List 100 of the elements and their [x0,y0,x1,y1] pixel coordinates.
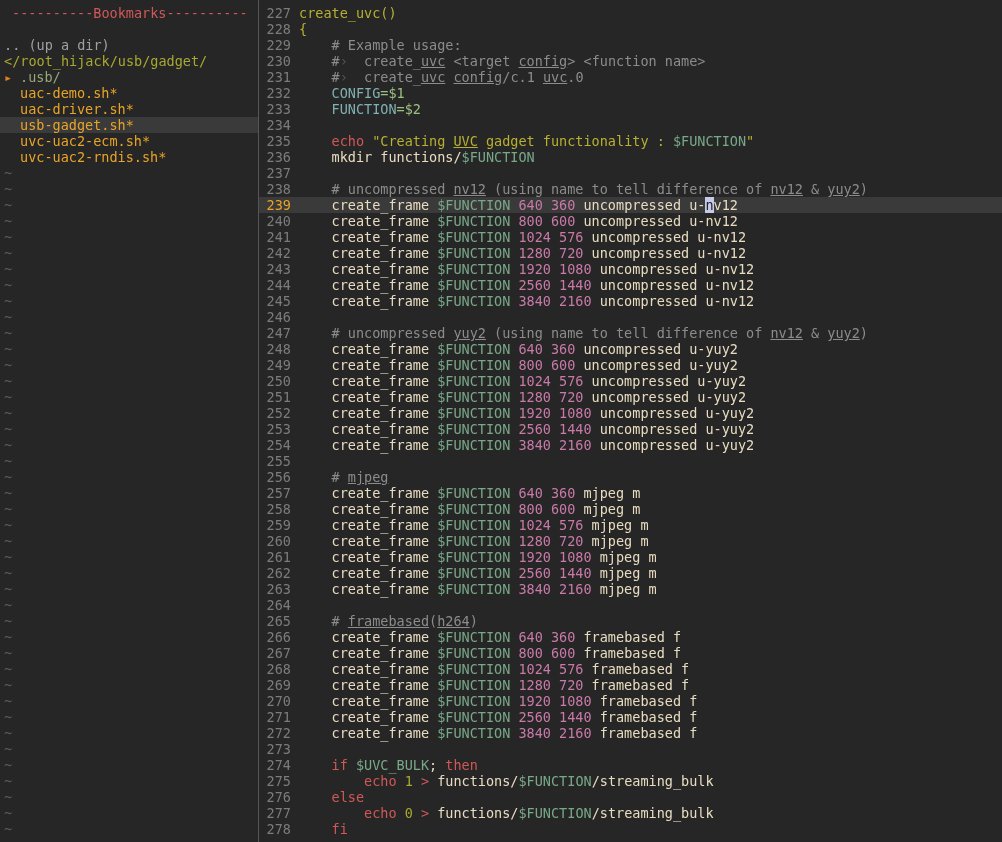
line-number: 260 [266,533,291,549]
tree-item[interactable]: uvc-uac2-rndis.sh* [20,149,167,165]
code-line: create_frame $FUNCTION 1280 720 framebased f [330,677,690,693]
line-number: 243 [266,261,291,277]
empty-line-marker: ~ [4,229,13,245]
empty-line-marker: ~ [4,197,13,213]
code-line: create_frame $FUNCTION 1280 720 uncompressed u-nv12 [330,245,747,261]
empty-line-marker: ~ [4,325,13,341]
empty-line-marker: ~ [4,277,13,293]
bookmarks-header: ----------Bookmarks---------- [12,5,248,21]
code-line: create_frame $FUNCTION 1024 576 framebased f [330,661,690,677]
line-number: 234 [266,117,291,133]
code-line: create_frame $FUNCTION 800 600 mjpeg m [330,501,641,517]
line-number: 259 [266,517,291,533]
empty-line-marker: ~ [4,757,13,773]
line-number: 268 [266,661,291,677]
code-line: CONFIG=$1 [330,85,405,101]
line-number: 240 [266,213,291,229]
code-line: mkdir functions/$FUNCTION [330,149,535,165]
line-number: 239 [266,197,291,213]
code-line: create_frame $FUNCTION 1024 576 mjpeg m [330,517,649,533]
empty-line-marker: ~ [4,357,13,373]
empty-line-marker: ~ [4,597,13,613]
code-line: create_uvc() [299,5,397,21]
line-number: 229 [266,37,291,53]
code-line: echo 1 > functions/$FUNCTION/streaming_bulk [364,773,714,789]
expand-arrow[interactable]: ▸ [4,69,20,85]
empty-line-marker: ~ [4,645,13,661]
line-number: 263 [266,581,291,597]
empty-line-marker: ~ [4,453,13,469]
tree-item[interactable]: .. (up a dir) [4,37,110,53]
line-number: 242 [266,245,291,261]
line-number: 238 [266,181,291,197]
empty-line-marker: ~ [4,293,13,309]
line-number: 249 [266,357,291,373]
line-number: 265 [266,613,291,629]
line-number: 273 [266,741,291,757]
empty-line-marker: ~ [4,501,13,517]
line-number: 278 [266,821,291,837]
empty-line-marker: ~ [4,693,13,709]
code-line: FUNCTION=$2 [330,101,421,117]
empty-line-marker: ~ [4,181,13,197]
tree-item[interactable]: uvc-uac2-ecm.sh* [20,133,151,149]
code-line: create_frame $FUNCTION 800 600 framebased f [330,645,682,661]
code-line: # Example usage: [330,37,462,53]
empty-line-marker: ~ [4,661,13,677]
line-number: 254 [266,437,291,453]
code-line: echo 0 > functions/$FUNCTION/streaming_bulk [363,805,714,821]
empty-line-marker: ~ [4,709,13,725]
line-number: 227 [266,5,291,21]
empty-line-marker: ~ [4,533,13,549]
tree-item[interactable]: uac-driver.sh* [20,101,134,117]
line-number: 241 [266,229,291,245]
code-line: if $UVC_BULK; then [330,757,478,773]
empty-line-marker: ~ [4,341,13,357]
empty-line-marker: ~ [4,581,13,597]
line-number: 270 [266,693,291,709]
line-number: 274 [266,757,291,773]
line-number: 244 [266,277,291,293]
code-line: create_frame $FUNCTION 2560 1440 framebased f [330,709,698,725]
line-number: 252 [266,405,291,421]
line-number: 266 [266,629,291,645]
empty-line-marker: ~ [4,165,13,181]
empty-line-marker: ~ [4,485,13,501]
code-line: create_frame $FUNCTION 2560 1440 uncompressed u-yuy2 [330,421,755,437]
empty-line-marker: ~ [4,629,13,645]
empty-line-marker: ~ [4,437,13,453]
empty-line-marker: ~ [4,741,13,757]
tree-item[interactable]: .usb/ [20,69,61,85]
line-number: 236 [266,149,291,165]
tree-item[interactable]: uac-demo.sh* [20,85,118,101]
code-line: { [299,21,308,37]
line-number: 269 [266,677,291,693]
code-line: # framebased(h264) [330,613,478,629]
code-line: create_frame $FUNCTION 1024 576 uncompressed u-nv12 [330,229,747,245]
code-line: create_frame $FUNCTION 640 360 uncompressed u-nv12 [330,197,738,213]
line-number: 258 [266,501,291,517]
empty-line-marker: ~ [4,261,13,277]
empty-line-marker: ~ [4,245,13,261]
empty-line-marker: ~ [4,677,13,693]
code-line: create_frame $FUNCTION 3840 2160 framebased f [330,725,698,741]
tree-item[interactable]: </root_hijack/usb/gadget/ [4,53,208,69]
code-line: create_frame $FUNCTION 1920 1080 uncompressed u-yuy2 [330,405,755,421]
code-line: create_frame $FUNCTION 1920 1080 framebased f [330,693,698,709]
empty-line-marker: ~ [4,469,13,485]
line-number: 261 [266,549,291,565]
empty-line-marker: ~ [4,213,13,229]
code-line: else [330,789,365,805]
empty-line-marker: ~ [4,565,13,581]
empty-line-marker: ~ [4,405,13,421]
line-number: 232 [266,85,291,101]
code-line: create_frame $FUNCTION 1280 720 mjpeg m [330,533,649,549]
code-line: create_frame $FUNCTION 640 360 framebased f [330,629,682,645]
line-number: 231 [266,69,291,85]
line-number: 256 [266,469,291,485]
line-number: 262 [266,565,291,581]
empty-line-marker: ~ [4,789,13,805]
line-number: 264 [266,597,291,613]
empty-line-marker: ~ [4,821,13,837]
line-number: 250 [266,373,291,389]
